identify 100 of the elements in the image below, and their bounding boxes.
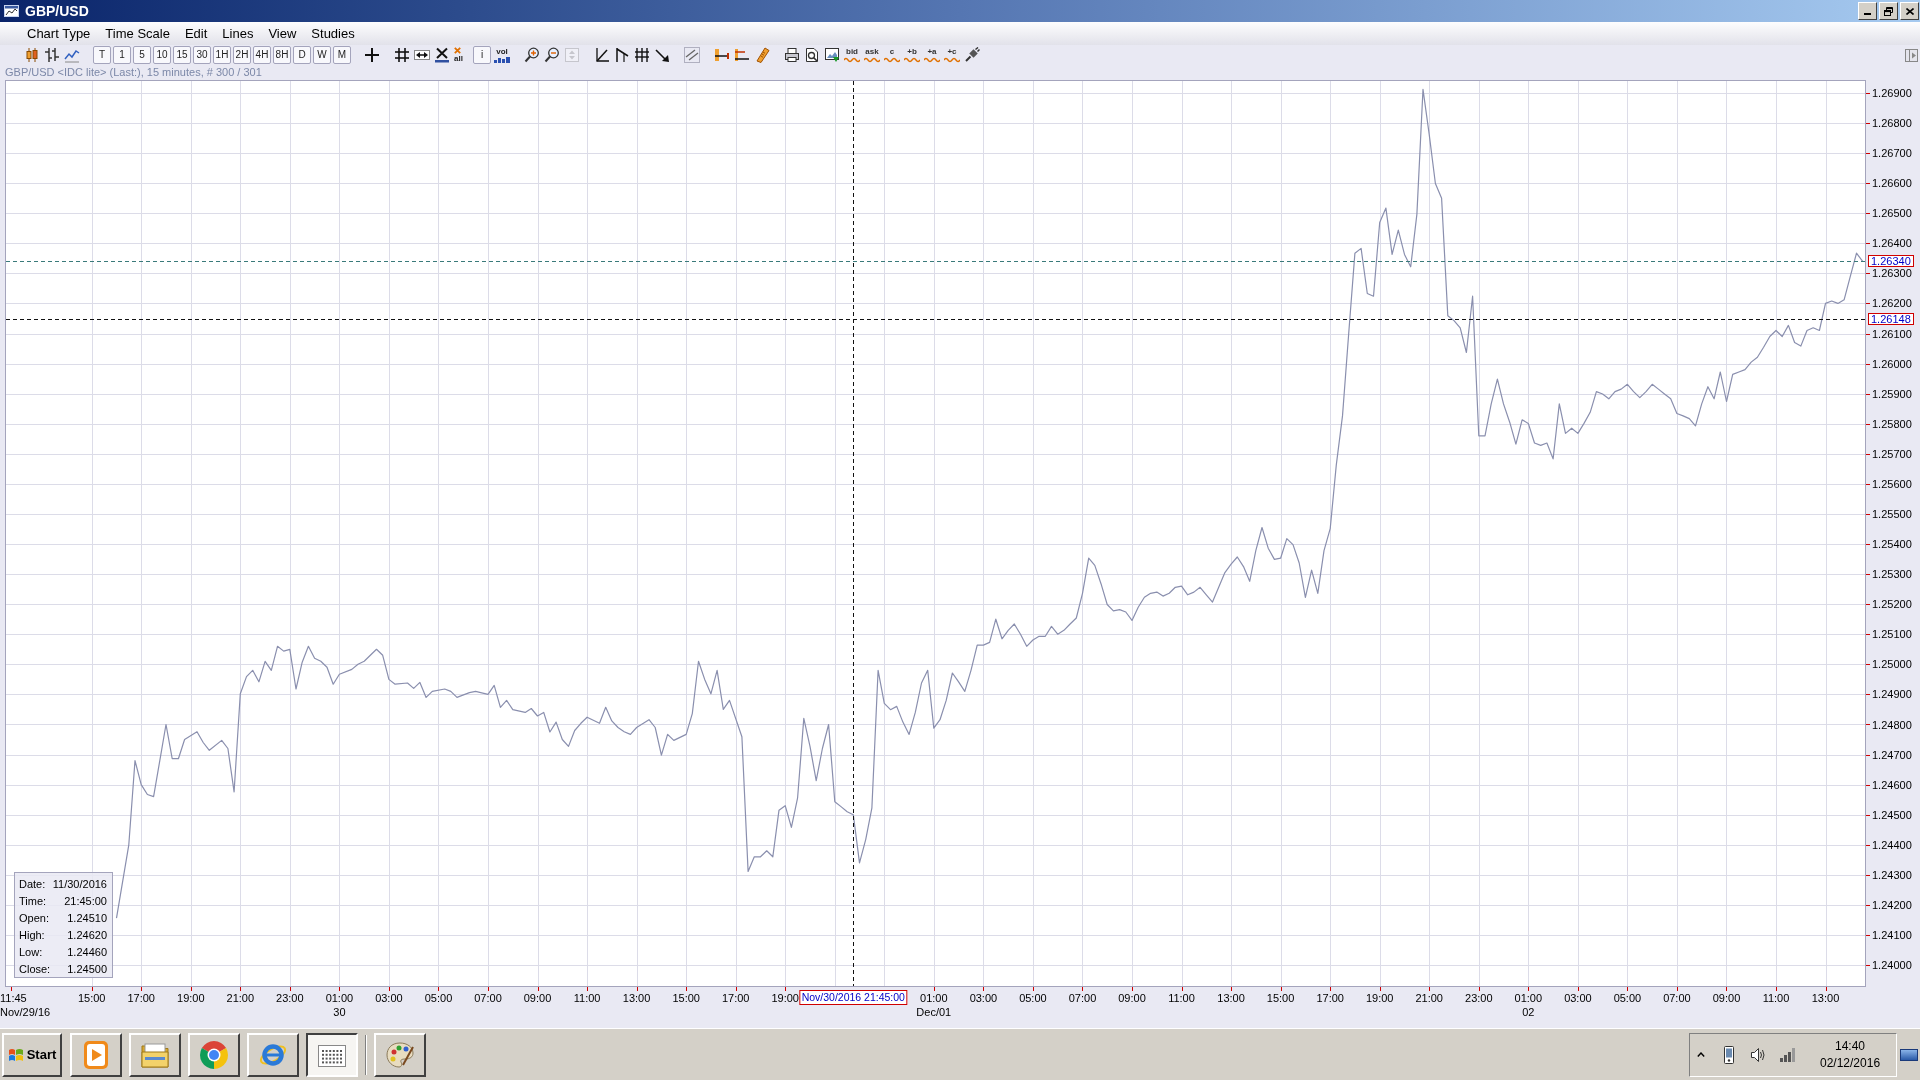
speaker-icon[interactable] xyxy=(1750,1046,1766,1063)
data-window-label: High: xyxy=(19,929,46,942)
toolbar-button[interactable]: 5 xyxy=(133,46,151,64)
close-button[interactable] xyxy=(1900,2,1919,20)
toolbar-button[interactable]: 4H xyxy=(253,46,271,64)
y-axis-label: 1.25600 xyxy=(1872,477,1912,490)
menu-item[interactable]: View xyxy=(268,27,297,40)
remove-all-button[interactable]: all xyxy=(453,46,471,64)
grid-icon xyxy=(394,47,410,63)
app-icon[interactable] xyxy=(4,5,19,17)
signal-icon[interactable] xyxy=(1780,1047,1796,1062)
toolbar-button[interactable]: T xyxy=(93,46,111,64)
y-axis-label: 1.26200 xyxy=(1872,297,1912,310)
connect-button[interactable] xyxy=(963,46,981,64)
zoom-out-button[interactable] xyxy=(543,46,561,64)
level-tool-button[interactable] xyxy=(713,46,731,64)
y-axis-label: 1.26600 xyxy=(1872,177,1912,190)
toolbar-button[interactable]: 1 xyxy=(113,46,131,64)
restore-button[interactable] xyxy=(1879,2,1898,20)
crosshair-button[interactable] xyxy=(363,46,381,64)
close-icon xyxy=(1905,7,1914,15)
toolbar-button[interactable]: W xyxy=(313,46,331,64)
x-axis-label: 01:00 Dec/01 xyxy=(916,991,952,1019)
toolbar-button[interactable]: 2H xyxy=(233,46,251,64)
zoom-in-button[interactable] xyxy=(523,46,541,64)
quote-button[interactable]: c xyxy=(883,46,901,64)
quote-button[interactable]: +c xyxy=(943,46,961,64)
x-axis-label: 13:00 xyxy=(622,991,651,1005)
taskbar-app-button[interactable] xyxy=(306,1032,358,1077)
print-button[interactable] xyxy=(783,46,801,64)
x-axis-label: 15:00 xyxy=(672,991,700,1005)
show-desktop-button[interactable] xyxy=(1900,1048,1918,1061)
volume-button[interactable]: vol xyxy=(493,46,511,64)
y-axis-label: 1.24900 xyxy=(1872,688,1912,701)
x-axis-label: 21:00 xyxy=(226,991,255,1005)
y-axis-label: 1.24600 xyxy=(1872,778,1912,791)
quote-button[interactable]: +a xyxy=(923,46,941,64)
y-axis-label: 1.25400 xyxy=(1872,538,1912,550)
grid-button[interactable] xyxy=(393,46,411,64)
bar-chart-button[interactable] xyxy=(43,46,61,64)
line-tool-button[interactable] xyxy=(653,46,671,64)
window-title: GBP/USD xyxy=(25,4,89,18)
menu-item[interactable]: Chart Type xyxy=(27,27,91,40)
x-axis-label: 07:00 xyxy=(1068,991,1097,1005)
line-tool-button[interactable] xyxy=(593,46,611,64)
quote-button[interactable]: bid xyxy=(843,46,861,64)
minimize-icon xyxy=(1864,13,1871,15)
menu-item[interactable]: Lines xyxy=(222,27,254,40)
panel-button[interactable] xyxy=(1904,48,1918,62)
image-download-icon xyxy=(824,47,840,63)
x-axis-label: 19:00 xyxy=(177,991,205,1005)
x-axis-label: 15:00 xyxy=(77,991,106,1005)
toolbar-button[interactable]: D xyxy=(293,46,311,64)
y-axis-label: 1.26400 xyxy=(1872,237,1912,250)
menu-item[interactable]: Time Scale xyxy=(105,27,170,40)
toolbar-button[interactable]: M xyxy=(333,46,351,64)
export-image-button[interactable] xyxy=(823,46,841,64)
level-tool-button[interactable] xyxy=(733,46,751,64)
minimize-button[interactable] xyxy=(1858,2,1877,20)
toolbar-button[interactable]: 1H xyxy=(213,46,231,64)
ohlc-bars-icon xyxy=(44,47,60,63)
data-window-label: Date: xyxy=(19,878,47,891)
show-hidden-icons-button[interactable] xyxy=(1697,1050,1705,1059)
remove-button[interactable] xyxy=(433,46,451,64)
restore-icon xyxy=(1884,6,1893,16)
horizontal-line-icon xyxy=(714,47,730,63)
y-axis-label: 1.24700 xyxy=(1872,748,1912,761)
x-mark-icon xyxy=(454,47,461,54)
x-axis-label: 19:00 xyxy=(1365,991,1394,1005)
fork-lines-icon xyxy=(634,47,650,63)
quote-button[interactable]: +b xyxy=(903,46,921,64)
menu-item[interactable]: Edit xyxy=(184,27,208,40)
start-button[interactable]: Start xyxy=(2,1032,62,1077)
x-axis-label: 21:00 xyxy=(1415,991,1443,1005)
ruler-button[interactable] xyxy=(753,46,771,64)
toolbar-button[interactable]: i xyxy=(473,46,491,64)
candlestick-chart-button[interactable] xyxy=(23,46,41,64)
line-tool-button[interactable] xyxy=(613,46,631,64)
toolbar-button[interactable]: 30 xyxy=(193,46,211,64)
data-window-value: 1.24500 xyxy=(66,963,107,976)
x-axis-label: 17:00 xyxy=(127,991,155,1005)
cross-underline-icon xyxy=(434,47,450,63)
quote-button[interactable]: ask xyxy=(863,46,881,64)
data-window-value: 11/30/2016 xyxy=(51,878,107,891)
menu-item[interactable]: Studies xyxy=(311,27,355,40)
device-icon[interactable] xyxy=(1721,1045,1737,1064)
y-axis-label: 1.25800 xyxy=(1872,417,1912,430)
toolbar-button[interactable]: 10 xyxy=(153,46,171,64)
play-icon xyxy=(81,1039,111,1070)
toolbar-button[interactable]: 8H xyxy=(273,46,291,64)
x-axis-label: 07:00 xyxy=(1663,991,1691,1005)
line-tool-button[interactable] xyxy=(633,46,651,64)
print-preview-button[interactable] xyxy=(803,46,821,64)
x-axis-label: 23:00 xyxy=(1465,991,1493,1005)
x-axis-label: 05:00 xyxy=(1613,991,1642,1005)
x-axis-label: 05:00 xyxy=(424,991,453,1005)
toolbar-button[interactable]: 15 xyxy=(173,46,191,64)
y-axis-label: 1.25000 xyxy=(1872,658,1912,671)
price-marker-label: 1.26340 xyxy=(1868,255,1914,268)
data-window-label: Low: xyxy=(19,946,44,959)
